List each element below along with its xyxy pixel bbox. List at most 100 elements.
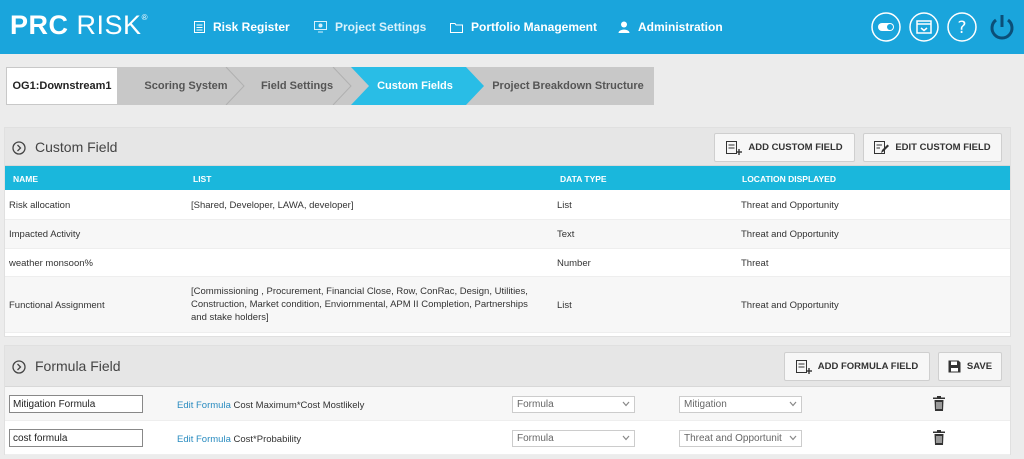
chevron-down-icon [789, 435, 797, 441]
location-select[interactable]: Threat and Opportunit [679, 430, 802, 447]
cell-location: Threat and Opportunity [741, 300, 839, 311]
power-button[interactable] [986, 11, 1018, 43]
edit-custom-field-button[interactable]: EDIT CUSTOM FIELD [863, 133, 1002, 162]
cell-list: [Shared, Developer, LAWA, developer] [191, 200, 354, 211]
button-label: SAVE [966, 361, 993, 372]
toggle-icon [871, 12, 901, 42]
nav-administration[interactable]: Administration [618, 18, 723, 36]
formula-name-input[interactable] [9, 395, 143, 413]
formula-field-panel: Formula Field ADD FORMULA FIELD SAVE Edi… [4, 345, 1011, 455]
cell-name: Impacted Activity [9, 229, 81, 240]
formula-row[interactable]: Edit Formula Cost*Probability Formula Th… [5, 421, 1010, 455]
add-field-icon [726, 140, 743, 155]
data-type-select[interactable]: Formula [512, 396, 635, 413]
user-icon [618, 21, 630, 33]
formula-row[interactable]: Edit Formula Cost Maximum*Cost Mostlikel… [5, 387, 1010, 421]
cell-name: Risk allocation [9, 200, 71, 211]
cell-location: Threat [741, 258, 769, 269]
data-type-select[interactable]: Formula [512, 430, 635, 447]
select-value: Mitigation [684, 399, 727, 410]
power-icon [990, 15, 1014, 40]
custom-field-table-header: NAME LIST DATA TYPE LOCATION DISPLAYED [5, 166, 1010, 190]
select-value: Formula [517, 433, 554, 444]
window-icon [909, 12, 939, 42]
chevron-down-icon [789, 401, 797, 407]
edit-icon [874, 140, 890, 154]
formula-expression: Cost*Probability [233, 434, 302, 445]
nav-risk-register[interactable]: Risk Register [194, 18, 290, 36]
nav-portfolio-management[interactable]: Portfolio Management [450, 18, 597, 36]
cell-list-line: and stake holders] [191, 312, 269, 323]
register-icon [194, 21, 205, 33]
help-button[interactable]: ? [946, 11, 978, 43]
window-button[interactable] [908, 11, 940, 43]
table-row[interactable]: Impacted Activity Text Threat and Opport… [5, 220, 1010, 249]
collapse-circle-icon[interactable] [12, 141, 26, 155]
step-field-settings[interactable]: Field Settings [242, 67, 352, 105]
nav-project-settings[interactable]: Project Settings [314, 18, 426, 36]
nav-label: Project Settings [335, 20, 427, 34]
step-scoring-system[interactable]: Scoring System [124, 67, 248, 105]
cell-location: Threat and Opportunity [741, 200, 839, 211]
collapse-circle-icon[interactable] [12, 360, 26, 374]
trash-icon[interactable] [933, 396, 945, 411]
table-row[interactable]: Functional Assignment [Commissioning , P… [5, 277, 1010, 333]
logo-registered: ® [141, 13, 148, 22]
button-label: ADD FORMULA FIELD [817, 361, 919, 372]
nav-label: Risk Register [213, 20, 290, 34]
cell-data-type: List [557, 200, 572, 211]
table-row[interactable]: Risk allocation [Shared, Developer, LAWA… [5, 190, 1010, 220]
panel-title: Formula Field [35, 358, 121, 374]
settings-icon [314, 21, 327, 33]
col-location: LOCATION DISPLAYED [742, 174, 836, 184]
svg-text:?: ? [957, 18, 966, 38]
cell-list-line: Construction, Market condition, Enviornm… [191, 299, 528, 310]
cell-location: Threat and Opportunity [741, 229, 839, 240]
col-list: LIST [193, 174, 212, 184]
formula-field-header: Formula Field ADD FORMULA FIELD SAVE [5, 346, 1010, 387]
add-formula-field-button[interactable]: ADD FORMULA FIELD [784, 352, 930, 381]
formula-text: Edit Formula Cost*Probability [177, 434, 301, 445]
custom-field-panel: Custom Field ADD CUSTOM FIELD EDIT CUSTO… [4, 127, 1011, 337]
button-label: ADD CUSTOM FIELD [748, 142, 843, 153]
save-button[interactable]: SAVE [938, 352, 1002, 381]
custom-field-header: Custom Field ADD CUSTOM FIELD EDIT CUSTO… [5, 128, 1010, 166]
nav-label: Portfolio Management [471, 20, 598, 34]
help-icon: ? [947, 12, 977, 42]
select-value: Threat and Opportunit [684, 433, 782, 444]
edit-formula-link[interactable]: Edit Formula [177, 434, 231, 445]
button-label: EDIT CUSTOM FIELD [895, 142, 991, 153]
logo-bold: PRC [10, 10, 69, 40]
formula-text: Edit Formula Cost Maximum*Cost Mostlikel… [177, 400, 364, 411]
logo: PRC RISK® [10, 10, 148, 41]
edit-formula-link[interactable]: Edit Formula [177, 400, 231, 411]
select-value: Formula [517, 399, 554, 410]
add-custom-field-button[interactable]: ADD CUSTOM FIELD [714, 133, 855, 162]
trash-icon[interactable] [933, 430, 945, 445]
step-project-breakdown-structure[interactable]: Project Breakdown Structure [484, 67, 652, 105]
add-field-icon [795, 359, 812, 374]
cell-list-line: [Commissioning , Procurement, Financial … [191, 286, 528, 297]
toggle-button[interactable] [870, 11, 902, 43]
cell-data-type: Number [557, 258, 591, 269]
breadcrumb-project[interactable]: OG1:Downstream1 [6, 67, 118, 105]
formula-expression: Cost Maximum*Cost Mostlikely [233, 400, 365, 411]
chevron-down-icon [622, 401, 630, 407]
cell-data-type: Text [557, 229, 575, 240]
table-row[interactable]: weather monsoon% Number Threat [5, 249, 1010, 277]
col-name: NAME [13, 174, 39, 184]
chevron-down-icon [622, 435, 630, 441]
formula-name-input[interactable] [9, 429, 143, 447]
step-custom-fields[interactable]: Custom Fields [360, 67, 470, 105]
folder-icon [450, 22, 463, 33]
breadcrumb: OG1:Downstream1 Scoring System Field Set… [6, 67, 654, 105]
top-nav-bar: PRC RISK® Risk Register Project Settings… [0, 0, 1024, 54]
cell-data-type: List [557, 300, 572, 311]
location-select[interactable]: Mitigation [679, 396, 802, 413]
save-icon [948, 360, 961, 373]
logo-light: RISK [76, 10, 142, 40]
col-data-type: DATA TYPE [560, 174, 607, 184]
nav-label: Administration [638, 20, 723, 34]
cell-name: Functional Assignment [9, 300, 105, 311]
cell-name: weather monsoon% [9, 258, 93, 269]
